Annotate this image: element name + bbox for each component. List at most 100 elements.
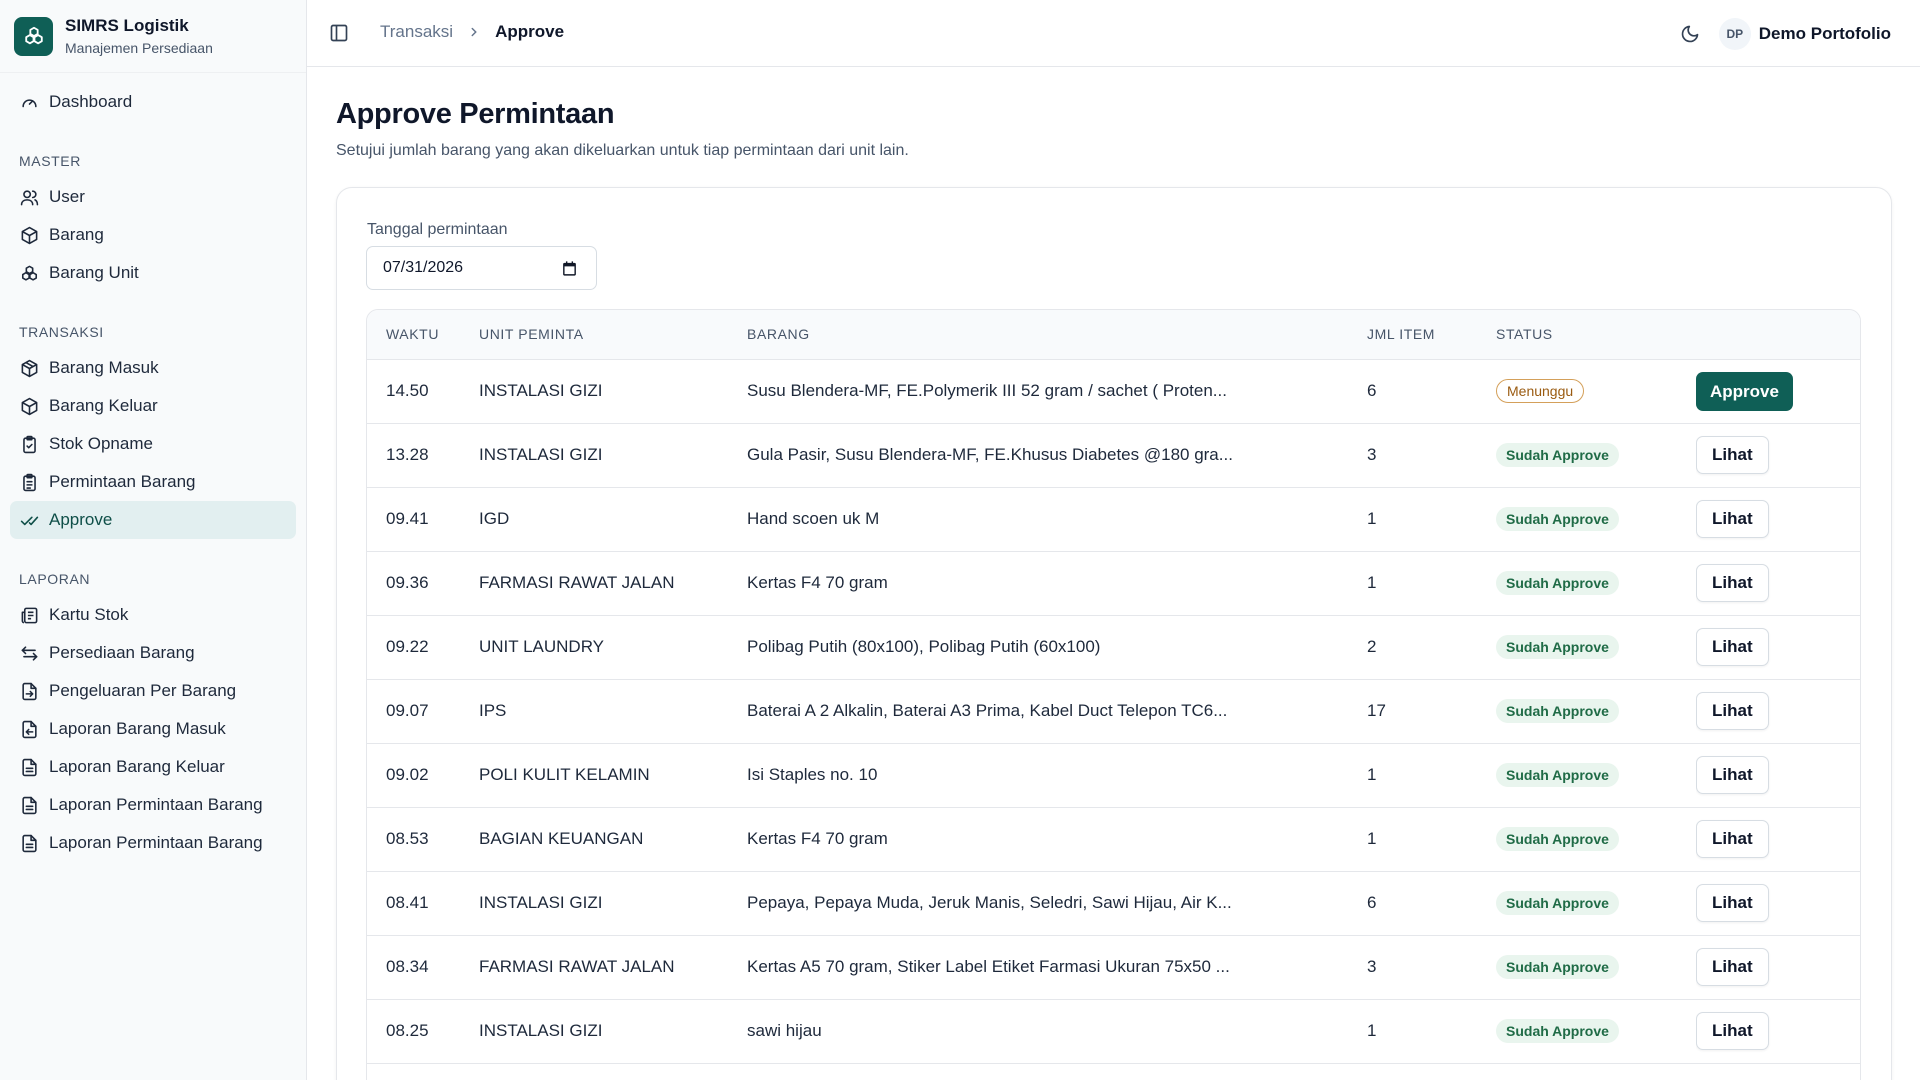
sidebar-item-label: User	[49, 187, 85, 206]
cell-unit: IPS	[479, 679, 747, 744]
sidebar-item-laporan-permintaan-barang-2[interactable]: Laporan Permintaan Barang	[10, 824, 296, 862]
calendar-icon[interactable]	[561, 260, 578, 277]
table-header-row: WAKTU UNIT PEMINTA BARANG JML ITEM STATU…	[367, 310, 1860, 360]
lihat-button[interactable]: Lihat	[1696, 692, 1769, 730]
cell-action: Lihat	[1696, 487, 1860, 552]
file-export-icon	[22, 682, 37, 700]
column-header-action	[1696, 310, 1860, 360]
sidebar-item-barang-keluar[interactable]: Barang Keluar	[10, 387, 296, 425]
breadcrumb-transaksi[interactable]: Transaksi	[380, 22, 453, 42]
cell-jml-item: 1	[1367, 807, 1496, 872]
date-field[interactable]: 07/31/2026	[366, 246, 597, 290]
cell-waktu: 13.28	[367, 423, 479, 488]
cell-unit: UNIT LAUNDRY	[479, 615, 747, 680]
user-menu[interactable]: DP Demo Portofolio	[1718, 18, 1891, 50]
table-row: 09.36 FARMASI RAWAT JALAN Kertas F4 70 gra…	[367, 551, 1860, 616]
status-badge: Sudah Approve	[1496, 827, 1619, 851]
cell-action: Lihat	[1696, 743, 1860, 808]
cell-action: Lihat	[1696, 423, 1860, 488]
status-badge: Sudah Approve	[1496, 571, 1619, 595]
cell-status: Sudah Approve	[1496, 743, 1696, 808]
top-bar: Transaksi Approve DP Demo Portofolio	[307, 0, 1920, 67]
table-row: 08.53 BAGIAN KEUANGAN Kertas F4 70 gram 1 Su…	[367, 807, 1860, 872]
status-badge: Sudah Approve	[1496, 507, 1619, 531]
cell-status: Menunggu	[1496, 359, 1696, 424]
sidebar-item-barang-masuk[interactable]: Barang Masuk	[10, 349, 296, 387]
cell-action: Lihat	[1696, 551, 1860, 616]
brand-subtitle: Manajemen Persediaan	[65, 39, 213, 56]
table-row: 08.41 INSTALASI GIZI Pepaya, Pepaya Muda, …	[367, 871, 1860, 936]
lihat-button[interactable]: Lihat	[1696, 756, 1769, 794]
brand: SIMRS Logistik Manajemen Persediaan	[0, 0, 306, 73]
column-header-status: STATUS	[1496, 310, 1696, 360]
theme-toggle-button[interactable]	[1678, 22, 1702, 46]
date-value: 07/31/2026	[383, 259, 464, 276]
sidebar-item-persediaan-barang[interactable]: Persediaan Barang	[10, 634, 296, 672]
cell-jml-item: 1	[1367, 487, 1496, 552]
lihat-button[interactable]: Lihat	[1696, 1012, 1769, 1050]
cell-unit: BAGIAN KEUANGAN	[479, 807, 747, 872]
status-badge: Sudah Approve	[1496, 443, 1619, 467]
lihat-button[interactable]: Lihat	[1696, 948, 1769, 986]
sidebar-item-laporan-barang-masuk[interactable]: Laporan Barang Masuk	[10, 710, 296, 748]
sidebar-item-laporan-permintaan-barang[interactable]: Laporan Permintaan Barang	[10, 786, 296, 824]
breadcrumb: Transaksi Approve	[380, 22, 564, 42]
sidebar-item-approve[interactable]: Approve	[10, 501, 296, 539]
lihat-button[interactable]: Lihat	[1696, 500, 1769, 538]
sidebar-item-label: Barang	[49, 225, 104, 244]
status-badge: Sudah Approve	[1496, 635, 1619, 659]
cell-action: Lihat	[1696, 871, 1860, 936]
lihat-button[interactable]: Lihat	[1696, 884, 1769, 922]
status-badge: Menunggu	[1496, 379, 1585, 403]
sidebar-item-kartu-stok[interactable]: Kartu Stok	[10, 596, 296, 634]
clipboard-list-icon	[23, 473, 36, 491]
status-badge: Sudah Approve	[1496, 1019, 1619, 1043]
lihat-button[interactable]: Lihat	[1696, 628, 1769, 666]
cell-jml-item: 3	[1367, 935, 1496, 1000]
cell-barang: Baterai A 2 Alkalin, Baterai A3 Prima, K…	[747, 679, 1367, 744]
cell-waktu: 08.25	[367, 999, 479, 1064]
sidebar-item-dashboard[interactable]: Dashboard	[10, 83, 296, 121]
sidebar-item-barang-unit[interactable]: Barang Unit	[10, 254, 296, 292]
sidebar-item-pengeluaran-per-barang[interactable]: Pengeluaran Per Barang	[10, 672, 296, 710]
approve-button[interactable]: Approve	[1696, 371, 1793, 411]
section-master: MASTER	[19, 153, 81, 169]
cell-waktu: 08.53	[367, 807, 479, 872]
cell-waktu: 08.34	[367, 935, 479, 1000]
table-row: 14.50 INSTALASI GIZI Susu Blendera-MF, FE.…	[367, 359, 1860, 424]
cell-jml-item: 1	[1367, 743, 1496, 808]
cell-waktu: 14.50	[367, 359, 479, 424]
lihat-button[interactable]: Lihat	[1696, 436, 1769, 474]
status-badge: Sudah Approve	[1496, 891, 1619, 915]
moon-icon	[1681, 25, 1699, 43]
cell-waktu: 08.41	[367, 871, 479, 936]
status-badge: Sudah Approve	[1496, 763, 1619, 787]
cell-barang: Isi Staples no. 10	[747, 743, 1367, 808]
sidebar-item-label: Barang Masuk	[49, 358, 159, 377]
arrows-left-right-icon	[21, 645, 38, 661]
breadcrumb-current: Approve	[495, 22, 565, 41]
sidebar-item-barang[interactable]: Barang	[10, 216, 296, 254]
sidebar-toggle-button[interactable]	[327, 21, 351, 45]
cell-waktu: 09.22	[367, 615, 479, 680]
file-import-icon	[22, 720, 37, 738]
cell-unit: INSTALASI GIZI	[479, 423, 747, 488]
table-row: 08.25 INSTALASI GIZI sawi hijau 1 Sudah Appr…	[367, 999, 1860, 1064]
cell-unit: INSTALASI GIZI	[479, 359, 747, 424]
page-title: Approve Permintaan	[336, 98, 615, 130]
sidebar-item-label: Persediaan Barang	[49, 643, 195, 662]
cell-status: Sudah Approve	[1496, 551, 1696, 616]
cell-unit: FARMASI RAWAT JALAN	[479, 551, 747, 616]
column-header-unit-peminta: UNIT PEMINTA	[479, 310, 747, 360]
sidebar-item-stok-opname[interactable]: Stok Opname	[10, 425, 296, 463]
lihat-button[interactable]: Lihat	[1696, 820, 1769, 858]
lihat-button[interactable]: Lihat	[1696, 564, 1769, 602]
brand-title: SIMRS Logistik	[65, 15, 189, 35]
file-text-icon	[22, 796, 37, 814]
sidebar-item-laporan-barang-keluar[interactable]: Laporan Barang Keluar	[10, 748, 296, 786]
sidebar-item-label: Barang Keluar	[49, 396, 158, 415]
sidebar-item-user[interactable]: User	[10, 178, 296, 216]
sidebar-item-permintaan-barang[interactable]: Permintaan Barang	[10, 463, 296, 501]
cell-jml-item: 1	[1367, 999, 1496, 1064]
package-in-icon	[21, 359, 38, 377]
